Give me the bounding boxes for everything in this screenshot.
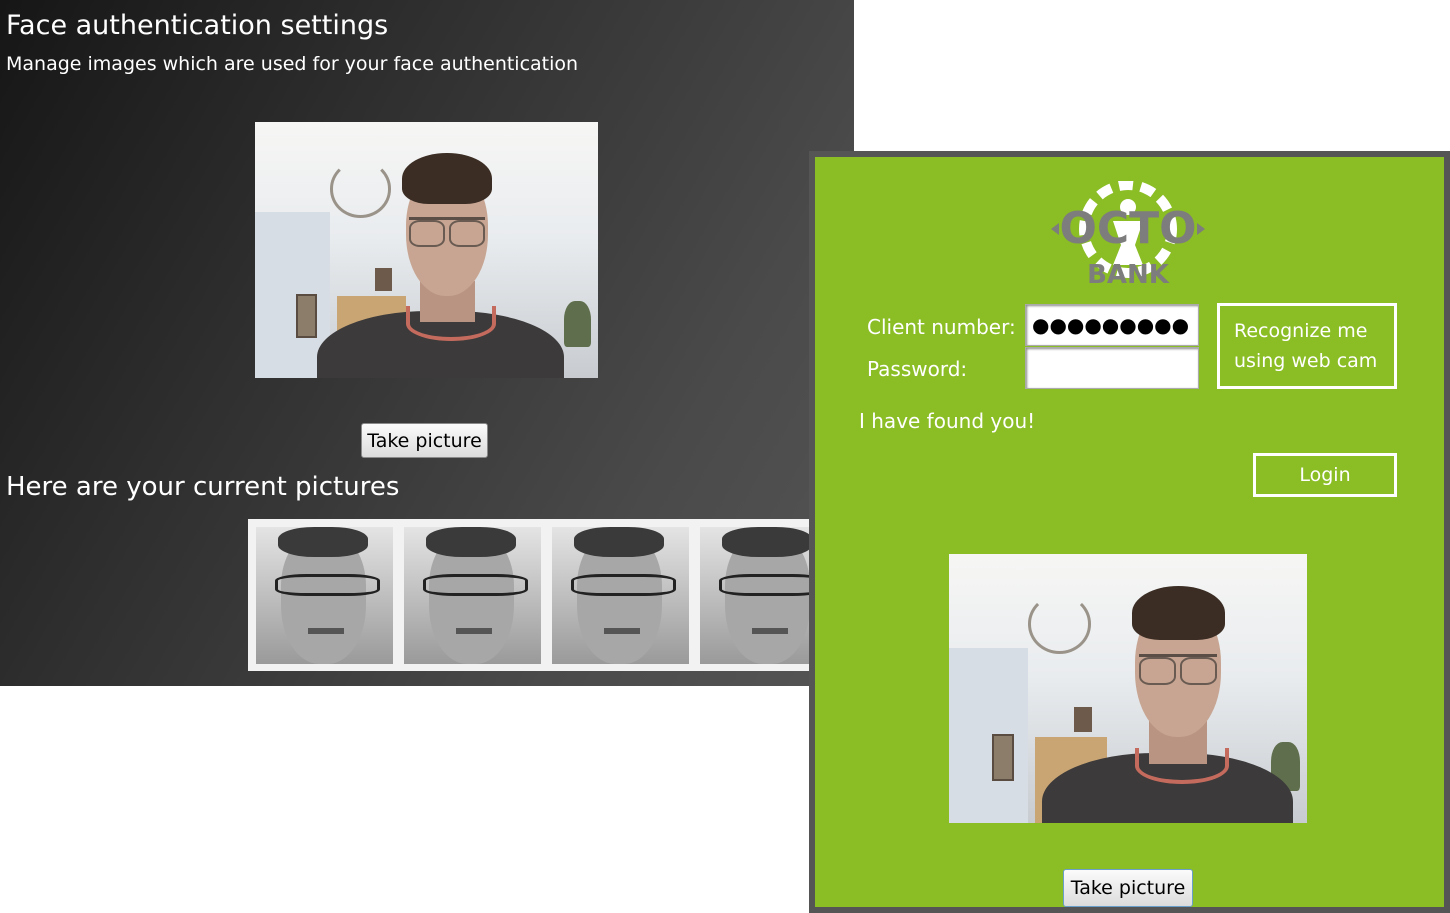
face-settings-panel: Face authentication settings Manage imag… — [0, 0, 854, 686]
page-subtitle: Manage images which are used for your fa… — [6, 53, 579, 75]
octo-bank-logo: OCTO BANK — [1051, 181, 1205, 289]
client-number-input[interactable] — [1025, 304, 1199, 346]
status-message: I have found you! — [859, 409, 1036, 433]
login-button[interactable]: Login — [1253, 453, 1397, 497]
login-take-picture-button[interactable]: Take picture — [1063, 869, 1193, 907]
recognize-label-line2: using web cam — [1234, 350, 1378, 372]
face-thumbnail[interactable] — [552, 527, 689, 664]
face-thumbnail[interactable] — [256, 527, 393, 664]
recognize-webcam-button[interactable]: Recognize me using web cam — [1217, 303, 1397, 389]
current-pictures-heading: Here are your current pictures — [6, 472, 400, 502]
webcam-preview — [255, 122, 598, 378]
page-title: Face authentication settings — [6, 10, 389, 41]
password-input[interactable] — [1025, 347, 1199, 389]
client-number-label: Client number: — [867, 315, 1016, 339]
logo-text-bank: BANK — [1087, 260, 1170, 289]
octo-bank-login-panel: OCTO BANK Client number: Password: Recog… — [809, 151, 1450, 913]
password-label: Password: — [867, 357, 968, 381]
webcam-capture — [949, 554, 1307, 823]
current-pictures-strip — [248, 519, 854, 671]
logo-text-octo: OCTO — [1059, 203, 1196, 254]
take-picture-button[interactable]: Take picture — [361, 423, 488, 458]
recognize-label-line1: Recognize me — [1234, 320, 1368, 342]
face-thumbnail[interactable] — [404, 527, 541, 664]
